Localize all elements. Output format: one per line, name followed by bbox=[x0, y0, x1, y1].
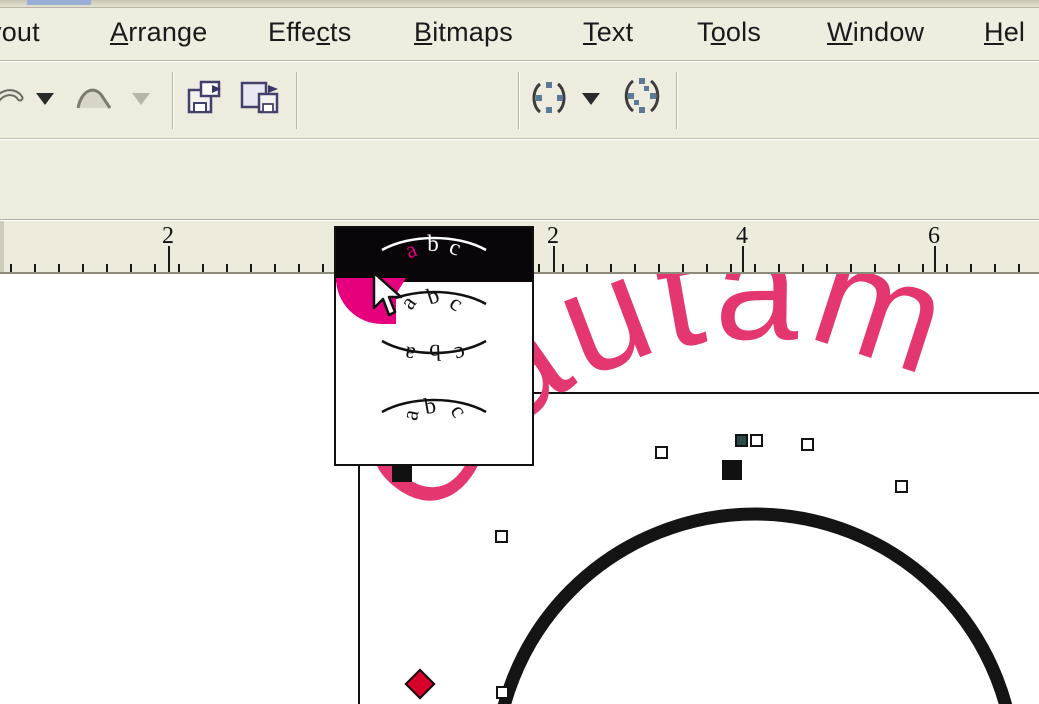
menu-item-window[interactable]: Window bbox=[827, 17, 924, 48]
ruler-minor-tick bbox=[730, 264, 732, 272]
redo-button[interactable] bbox=[72, 78, 112, 116]
ruler-label: 6 bbox=[928, 223, 940, 249]
undo-arrow-icon bbox=[0, 78, 26, 116]
ruler-minor-tick bbox=[274, 264, 276, 272]
ruler-minor-tick bbox=[106, 264, 108, 272]
redo-arrow-icon bbox=[72, 78, 112, 116]
mouse-cursor bbox=[372, 271, 406, 327]
undo-dropdown-icon[interactable] bbox=[34, 78, 56, 116]
ruler-label: 2 bbox=[547, 223, 559, 249]
ruler-minor-tick bbox=[658, 264, 660, 272]
corel-online-button[interactable] bbox=[620, 76, 664, 120]
ruler-minor-tick bbox=[946, 264, 948, 272]
ruler-minor-tick bbox=[922, 264, 924, 272]
ruler-minor-tick bbox=[994, 264, 996, 272]
corel-online-icon bbox=[617, 73, 667, 124]
ruler-minor-tick bbox=[538, 264, 540, 272]
orientation-preview-letter: b bbox=[427, 231, 441, 256]
ruler-minor-tick bbox=[130, 264, 132, 272]
ruler-label: 4 bbox=[736, 223, 748, 249]
window-chrome-strip bbox=[0, 0, 1039, 8]
menu-item-effects[interactable]: Effects bbox=[268, 17, 351, 48]
ruler-minor-tick bbox=[202, 264, 204, 272]
ruler-minor-tick bbox=[34, 264, 36, 272]
application-launcher-dropdown-icon[interactable] bbox=[580, 78, 602, 116]
redo-dropdown-icon[interactable] bbox=[130, 78, 152, 116]
application-launcher-icon bbox=[526, 76, 574, 125]
ruler-minor-tick bbox=[970, 264, 972, 272]
application-launcher-button[interactable] bbox=[528, 78, 572, 122]
ruler-minor-tick bbox=[850, 264, 852, 272]
ruler-minor-tick bbox=[298, 264, 300, 272]
ruler-minor-tick bbox=[706, 264, 708, 272]
orientation-preview-letter: a bbox=[400, 341, 418, 368]
path-node-handle[interactable] bbox=[750, 434, 763, 447]
export-icon bbox=[237, 76, 283, 125]
path-node-handle[interactable] bbox=[495, 530, 508, 543]
toolbar-separator bbox=[172, 72, 174, 129]
ruler-minor-tick bbox=[610, 264, 612, 272]
orientation-option-0[interactable]: abc bbox=[336, 228, 532, 282]
path-node-handle-selected[interactable] bbox=[735, 434, 748, 447]
import-button[interactable] bbox=[182, 78, 226, 122]
import-icon bbox=[182, 76, 226, 125]
ruler-minor-tick bbox=[874, 264, 876, 272]
ruler-minor-tick bbox=[898, 264, 900, 272]
text-orientation-dropdown-panel[interactable]: abcabcabcabc bbox=[334, 226, 534, 466]
ruler-origin-cap bbox=[0, 221, 4, 272]
toolbar-separator bbox=[676, 72, 678, 129]
ruler-minor-tick bbox=[178, 264, 180, 272]
ruler-minor-tick bbox=[10, 264, 12, 272]
path-node-handle[interactable] bbox=[655, 446, 668, 459]
menu-item-arrange[interactable]: Arrange bbox=[110, 17, 207, 48]
ruler-minor-tick bbox=[250, 264, 252, 272]
ruler-minor-tick bbox=[322, 264, 324, 272]
path-node-handle[interactable] bbox=[496, 686, 509, 699]
export-button[interactable] bbox=[238, 78, 282, 122]
ruler-minor-tick bbox=[82, 264, 84, 272]
menu-item-tools[interactable]: Tools bbox=[697, 17, 761, 48]
ruler-minor-tick bbox=[562, 264, 564, 272]
toolbar-separator bbox=[518, 72, 520, 129]
path-node-handle[interactable] bbox=[895, 480, 908, 493]
ruler-minor-tick bbox=[754, 264, 756, 272]
orientation-option-2[interactable]: abc bbox=[336, 336, 532, 390]
toolbar-separator bbox=[296, 72, 298, 129]
ruler-minor-tick bbox=[1018, 264, 1020, 272]
chrome-highlight bbox=[27, 0, 91, 5]
menu-item-bitmaps[interactable]: Bitmaps bbox=[414, 17, 513, 48]
selection-handle[interactable] bbox=[722, 460, 742, 480]
path-node-handle[interactable] bbox=[801, 438, 814, 451]
ruler-label: 2 bbox=[162, 223, 174, 249]
menu-item-text[interactable]: Text bbox=[583, 17, 633, 48]
ruler-minor-tick bbox=[58, 264, 60, 272]
ruler-minor-tick bbox=[682, 264, 684, 272]
ruler-minor-tick bbox=[778, 264, 780, 272]
orientation-preview-icon: abc bbox=[374, 339, 494, 387]
text-property-bar: grst ↓ abc bbox=[0, 140, 1039, 352]
orientation-preview-letter: b bbox=[426, 339, 442, 366]
ruler-minor-tick bbox=[634, 264, 636, 272]
menu-item-hel[interactable]: Hel bbox=[984, 17, 1025, 48]
orientation-preview-icon: abc bbox=[374, 392, 494, 441]
standard-toolbar: 100% bbox=[0, 62, 1039, 186]
orientation-option-3[interactable]: abc bbox=[336, 390, 532, 444]
application-window: yout Arrange Effects Bitmaps Text Tools Window… bbox=[0, 0, 1039, 704]
ruler-minor-tick bbox=[802, 264, 804, 272]
ruler-minor-tick bbox=[226, 264, 228, 272]
ruler-minor-tick bbox=[154, 264, 156, 272]
ruler-minor-tick bbox=[826, 264, 828, 272]
undo-button[interactable] bbox=[0, 78, 26, 116]
ruler-minor-tick bbox=[586, 264, 588, 272]
menu-bar: yout Arrange Effects Bitmaps Text Tools Window… bbox=[0, 8, 1039, 61]
menu-item-yout[interactable]: yout bbox=[0, 17, 40, 48]
